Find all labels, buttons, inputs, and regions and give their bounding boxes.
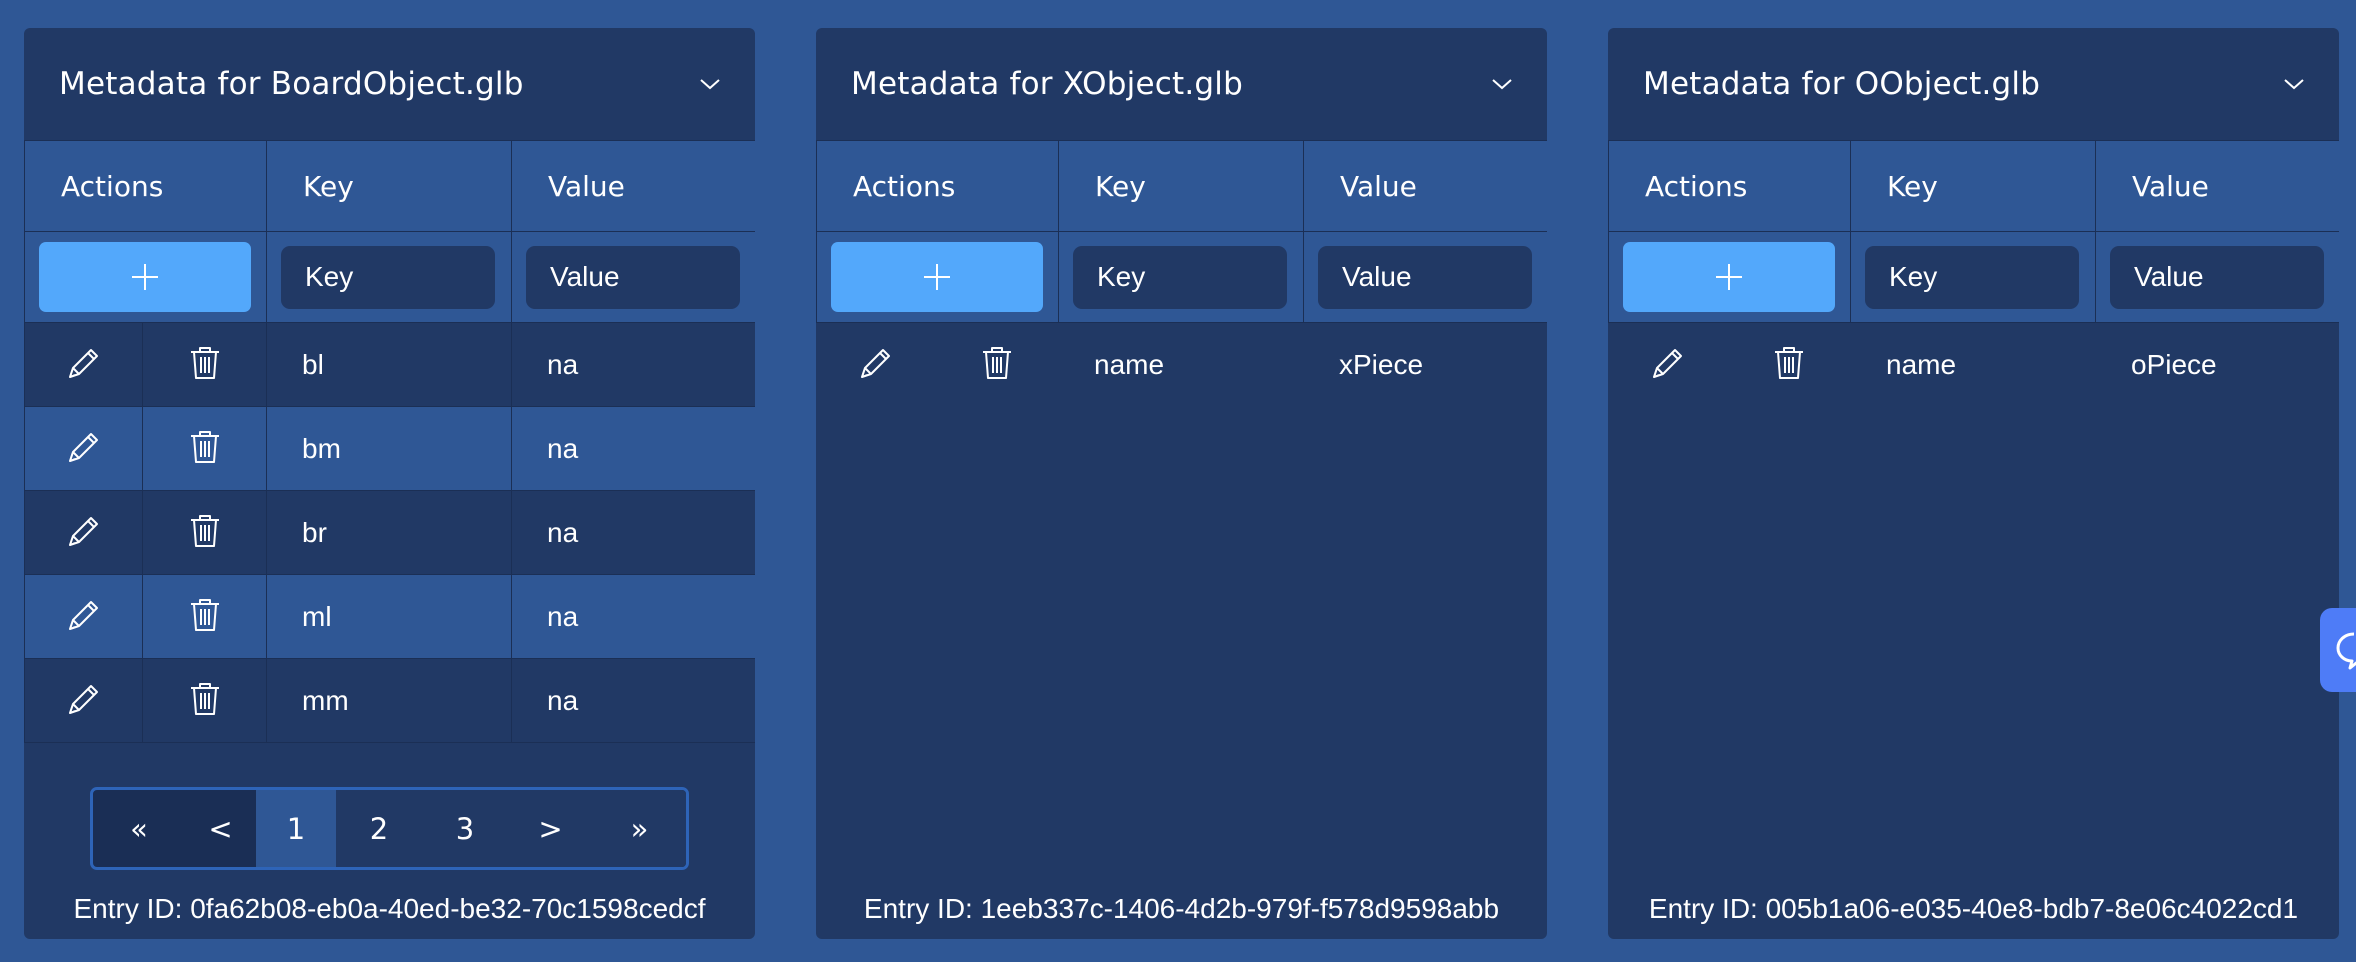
metadata-panel-board: Metadata for BoardObject.glb Actions Key…	[24, 28, 755, 939]
plus-icon	[1716, 264, 1742, 290]
key-input[interactable]	[1865, 245, 2079, 309]
add-entry-button[interactable]	[831, 242, 1043, 312]
pencil-icon[interactable]	[62, 341, 106, 385]
metadata-table: Actions Key Value bl na bm na	[24, 140, 755, 743]
trash-icon[interactable]	[183, 341, 227, 385]
column-header-value: Value	[511, 140, 755, 232]
row-value: na	[511, 322, 755, 407]
row-key: name	[1850, 322, 2096, 407]
column-header-key: Key	[1850, 140, 2096, 232]
row-key: br	[266, 490, 512, 575]
pagination-first-button[interactable]: «	[93, 790, 185, 867]
table-row: ml na	[24, 574, 755, 659]
trash-icon[interactable]	[1767, 341, 1811, 385]
entry-id: Entry ID: 1eeb337c-1406-4d2b-979f-f578d9…	[863, 893, 1500, 924]
chat-bubble-icon	[2336, 632, 2356, 670]
entry-id: Entry ID: 005b1a06-e035-40e8-bdb7-8e06c4…	[1648, 893, 2299, 924]
pencil-icon[interactable]	[62, 509, 106, 553]
pagination: « < 1 2 3 > »	[90, 787, 689, 870]
add-cell	[816, 231, 1059, 323]
value-input[interactable]	[2110, 245, 2324, 309]
key-input-cell	[1058, 231, 1304, 323]
row-key: bm	[266, 406, 512, 491]
trash-icon[interactable]	[183, 677, 227, 721]
panel-title: Metadata for OObject.glb	[1643, 66, 2041, 102]
pagination-prev-button[interactable]: <	[185, 790, 256, 867]
pagination-page-2[interactable]: 2	[336, 790, 422, 867]
add-cell	[24, 231, 267, 323]
add-entry-button[interactable]	[1623, 242, 1835, 312]
panel-header[interactable]: Metadata for OObject.glb	[1608, 28, 2339, 140]
table-row: bl na	[24, 322, 755, 407]
row-value: xPiece	[1303, 322, 1547, 407]
key-input[interactable]	[281, 245, 495, 309]
row-key: mm	[266, 658, 512, 743]
pencil-icon[interactable]	[1646, 341, 1690, 385]
value-input[interactable]	[526, 245, 740, 309]
row-value: na	[511, 574, 755, 659]
table-row: mm na	[24, 658, 755, 743]
row-key: bl	[266, 322, 512, 407]
row-key: ml	[266, 574, 512, 659]
table-row: bm na	[24, 406, 755, 491]
column-header-actions: Actions	[816, 140, 1059, 232]
metadata-table: Actions Key Value name xPiece	[816, 140, 1547, 407]
chat-button[interactable]	[2320, 608, 2356, 692]
trash-icon[interactable]	[183, 425, 227, 469]
chevron-down-icon[interactable]	[2283, 77, 2305, 91]
table-row: br na	[24, 490, 755, 575]
pagination-page-3[interactable]: 3	[422, 790, 508, 867]
row-key: name	[1058, 322, 1304, 407]
key-input[interactable]	[1073, 245, 1287, 309]
value-input[interactable]	[1318, 245, 1532, 309]
metadata-panel-x: Metadata for XObject.glb Actions Key Val…	[816, 28, 1547, 939]
chevron-down-icon[interactable]	[699, 77, 721, 91]
add-entry-button[interactable]	[39, 242, 251, 312]
table-row: name oPiece	[1608, 322, 2339, 407]
row-value: na	[511, 406, 755, 491]
pagination-page-1[interactable]: 1	[256, 790, 336, 867]
pagination-next-button[interactable]: >	[508, 790, 593, 867]
column-header-value: Value	[2095, 140, 2339, 232]
column-header-key: Key	[266, 140, 512, 232]
chevron-down-icon[interactable]	[1491, 77, 1513, 91]
trash-icon[interactable]	[183, 593, 227, 637]
pencil-icon[interactable]	[62, 425, 106, 469]
trash-icon[interactable]	[183, 509, 227, 553]
pencil-icon[interactable]	[62, 677, 106, 721]
plus-icon	[924, 264, 950, 290]
key-input-cell	[266, 231, 512, 323]
trash-icon[interactable]	[975, 341, 1019, 385]
entry-id: Entry ID: 0fa62b08-eb0a-40ed-be32-70c159…	[73, 893, 706, 924]
panel-title: Metadata for BoardObject.glb	[59, 66, 524, 102]
row-value: na	[511, 658, 755, 743]
value-input-cell	[1303, 231, 1547, 323]
pagination-last-button[interactable]: »	[593, 790, 686, 867]
column-header-key: Key	[1058, 140, 1304, 232]
column-header-actions: Actions	[1608, 140, 1851, 232]
value-input-cell	[2095, 231, 2339, 323]
panel-header[interactable]: Metadata for XObject.glb	[816, 28, 1547, 140]
panel-title: Metadata for XObject.glb	[851, 66, 1243, 102]
panel-header[interactable]: Metadata for BoardObject.glb	[24, 28, 755, 140]
column-header-actions: Actions	[24, 140, 267, 232]
table-row: name xPiece	[816, 322, 1547, 407]
add-cell	[1608, 231, 1851, 323]
pencil-icon[interactable]	[854, 341, 898, 385]
column-header-value: Value	[1303, 140, 1547, 232]
row-value: na	[511, 490, 755, 575]
plus-icon	[132, 264, 158, 290]
value-input-cell	[511, 231, 755, 323]
row-value: oPiece	[2095, 322, 2339, 407]
key-input-cell	[1850, 231, 2096, 323]
metadata-panel-o: Metadata for OObject.glb Actions Key Val…	[1608, 28, 2339, 939]
pencil-icon[interactable]	[62, 593, 106, 637]
metadata-table: Actions Key Value name oPiece	[1608, 140, 2339, 407]
